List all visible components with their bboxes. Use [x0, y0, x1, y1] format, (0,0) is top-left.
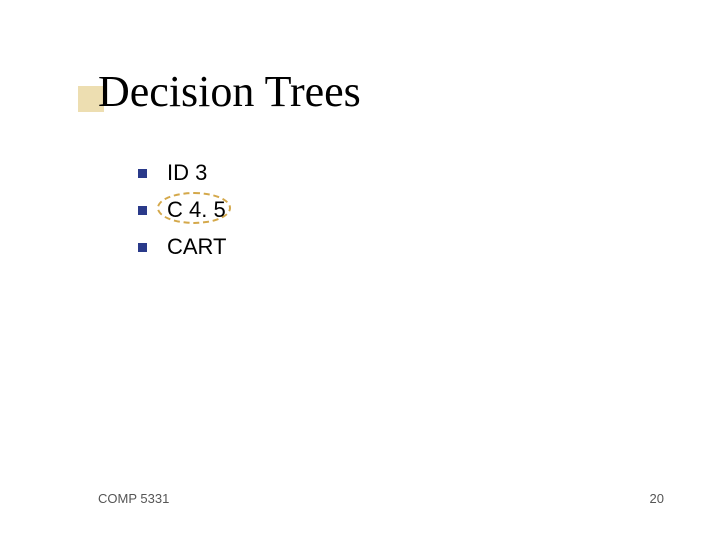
list-item: ID 3: [138, 160, 227, 186]
bullet-icon: [138, 243, 147, 252]
footer-page-number: 20: [650, 491, 664, 506]
slide-title-block: Decision Trees: [98, 66, 361, 117]
footer-course-code: COMP 5331: [98, 491, 169, 506]
bullet-icon: [138, 206, 147, 215]
bullet-icon: [138, 169, 147, 178]
slide-title: Decision Trees: [98, 66, 361, 117]
bullet-text: C 4. 5: [167, 197, 226, 223]
bullet-text: CART: [167, 234, 227, 260]
bullet-list: ID 3 C 4. 5 CART: [138, 160, 227, 271]
list-item: CART: [138, 234, 227, 260]
bullet-text: ID 3: [167, 160, 207, 186]
list-item: C 4. 5: [138, 197, 227, 223]
